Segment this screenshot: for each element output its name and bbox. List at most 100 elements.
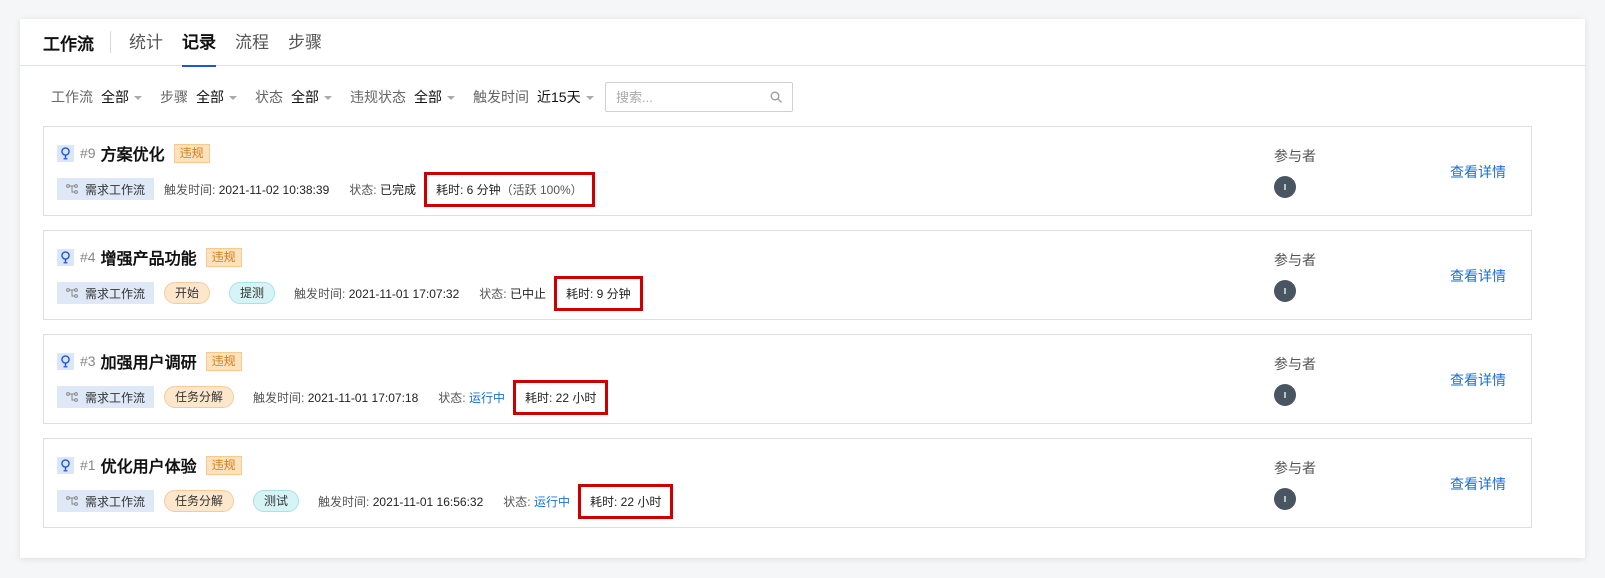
view-details-link[interactable]: 查看详情 <box>1450 370 1506 390</box>
record-header: #4 增强产品功能 违规 <box>57 245 242 269</box>
lightbulb-icon <box>57 352 74 370</box>
filter-trigger-time[interactable]: 触发时间 近15天 <box>473 87 594 107</box>
record-status: 状态: 运行中 <box>438 390 505 405</box>
workflow-icon <box>66 288 78 298</box>
view-details-link[interactable]: 查看详情 <box>1450 162 1506 182</box>
filter-value[interactable]: 全部 <box>291 87 319 107</box>
record-title[interactable]: 增强产品功能 <box>101 245 197 269</box>
search-input[interactable] <box>606 83 756 111</box>
caret-down-icon[interactable] <box>447 96 455 100</box>
record-header: #3 加强用户调研 违规 <box>57 349 242 373</box>
lightbulb-icon <box>57 144 74 162</box>
record-title[interactable]: 方案优化 <box>101 141 165 165</box>
record-header: #9 方案优化 违规 <box>57 141 210 165</box>
step-pill: 任务分解 <box>164 386 235 408</box>
duration-highlight: 耗时: 6 分钟 （活跃 100%） <box>423 171 595 207</box>
record-status: 状态: 已完成 <box>349 182 416 197</box>
filter-label: 触发时间 <box>473 89 529 105</box>
tab-bar: 工作流 统计 记录 流程 步骤 <box>20 19 1585 67</box>
filter-status[interactable]: 状态 全部 <box>255 87 332 107</box>
tab-statistics[interactable]: 统计 <box>129 19 163 66</box>
step-pill: 开始 <box>164 282 211 304</box>
workflow-tag: 需求工作流 <box>57 178 155 200</box>
filter-value[interactable]: 全部 <box>101 87 129 107</box>
trigger-time: 触发时间: 2021-11-01 17:07:18 <box>253 390 419 405</box>
record-header: #1 优化用户体验 违规 <box>57 453 242 477</box>
tab-records[interactable]: 记录 <box>182 19 216 67</box>
caret-down-icon[interactable] <box>324 96 332 100</box>
view-details-link[interactable]: 查看详情 <box>1450 266 1506 286</box>
filter-label: 工作流 <box>51 89 93 105</box>
record-number: #4 <box>80 249 96 265</box>
workflow-tag: 需求工作流 <box>57 386 155 408</box>
record-title[interactable]: 加强用户调研 <box>101 349 197 373</box>
duration-highlight: 耗时: 9 分钟 <box>553 275 643 311</box>
tab-processes[interactable]: 流程 <box>235 19 269 66</box>
caret-down-icon[interactable] <box>134 96 142 100</box>
step-pill: 任务分解 <box>164 490 235 512</box>
section-title: 工作流 <box>43 34 94 54</box>
workflow-tag-label: 需求工作流 <box>85 390 146 405</box>
record-meta: 需求工作流 任务分解 测试 触发时间: 2021-11-01 16:56:32 … <box>57 483 674 519</box>
workflow-icon <box>66 496 78 506</box>
duration-highlight: 耗时: 22 小时 <box>577 483 674 519</box>
participants-label: 参与者 <box>1274 252 1316 268</box>
workflow-tag: 需求工作流 <box>57 490 155 512</box>
violation-tag: 违规 <box>205 247 242 267</box>
workflow-icon <box>66 184 78 194</box>
tab-divider <box>110 31 111 53</box>
record-title[interactable]: 优化用户体验 <box>101 453 197 477</box>
lightbulb-icon <box>57 456 74 474</box>
violation-tag: 违规 <box>205 351 242 371</box>
record-meta: 需求工作流 任务分解 触发时间: 2021-11-01 17:07:18 状态:… <box>57 379 609 415</box>
filter-step[interactable]: 步骤 全部 <box>160 87 237 107</box>
filter-violation-status[interactable]: 违规状态 全部 <box>350 87 455 107</box>
duration-highlight: 耗时: 22 小时 <box>512 379 609 415</box>
trigger-time: 触发时间: 2021-11-01 17:07:32 <box>294 286 460 301</box>
filter-label: 状态 <box>255 89 283 105</box>
search-box[interactable] <box>605 82 793 112</box>
search-icon[interactable] <box>770 91 782 103</box>
filter-workflow[interactable]: 工作流 全部 <box>51 87 142 107</box>
participants: 参与者 <box>1274 146 1316 198</box>
participants: 参与者 <box>1274 250 1316 302</box>
active-percentage: （活跃 100%） <box>500 182 583 197</box>
record-number: #3 <box>80 353 96 369</box>
caret-down-icon[interactable] <box>229 96 237 100</box>
lightbulb-icon <box>57 248 74 266</box>
tab-steps[interactable]: 步骤 <box>288 19 322 66</box>
caret-down-icon[interactable] <box>585 96 594 100</box>
filter-bar: 工作流 全部 步骤 全部 状态 全部 违规状态 全部 触发时间 近15天 <box>51 82 612 112</box>
record-status: 状态: 运行中 <box>503 494 570 509</box>
filter-label: 违规状态 <box>350 89 406 105</box>
avatar[interactable] <box>1274 488 1296 510</box>
filter-value[interactable]: 全部 <box>196 87 224 107</box>
record-meta: 需求工作流 开始 提测 触发时间: 2021-11-01 17:07:32 状态… <box>57 275 643 311</box>
trigger-time: 触发时间: 2021-11-01 16:56:32 <box>318 494 484 509</box>
workflow-icon <box>66 392 78 402</box>
avatar[interactable] <box>1274 384 1296 406</box>
participants: 参与者 <box>1274 458 1316 510</box>
workflow-panel: 工作流 统计 记录 流程 步骤 工作流 全部 步骤 全部 状态 全部 违规状态 … <box>20 19 1585 558</box>
filter-value[interactable]: 全部 <box>414 87 442 107</box>
record-number: #9 <box>80 145 96 161</box>
participants-label: 参与者 <box>1274 356 1316 372</box>
workflow-tag-label: 需求工作流 <box>85 182 146 197</box>
avatar[interactable] <box>1274 280 1296 302</box>
record-card: #4 增强产品功能 违规 需求工作流 开始 提测 触发时间: 2021-11-0… <box>43 230 1532 320</box>
trigger-time: 触发时间: 2021-11-02 10:38:39 <box>164 182 330 197</box>
record-card: #9 方案优化 违规 需求工作流 触发时间: 2021-11-02 10:38:… <box>43 126 1532 216</box>
step-pill: 提测 <box>229 282 276 304</box>
avatar[interactable] <box>1274 176 1296 198</box>
workflow-tag-label: 需求工作流 <box>85 494 146 509</box>
record-card: #1 优化用户体验 违规 需求工作流 任务分解 测试 触发时间: 2021-11… <box>43 438 1532 528</box>
step-pill: 测试 <box>253 490 300 512</box>
workflow-tag: 需求工作流 <box>57 282 155 304</box>
view-details-link[interactable]: 查看详情 <box>1450 474 1506 494</box>
workflow-tag-label: 需求工作流 <box>85 286 146 301</box>
violation-tag: 违规 <box>205 455 242 475</box>
participants-label: 参与者 <box>1274 460 1316 476</box>
filter-value[interactable]: 近15天 <box>537 87 581 107</box>
violation-tag: 违规 <box>173 143 210 163</box>
record-number: #1 <box>80 457 96 473</box>
